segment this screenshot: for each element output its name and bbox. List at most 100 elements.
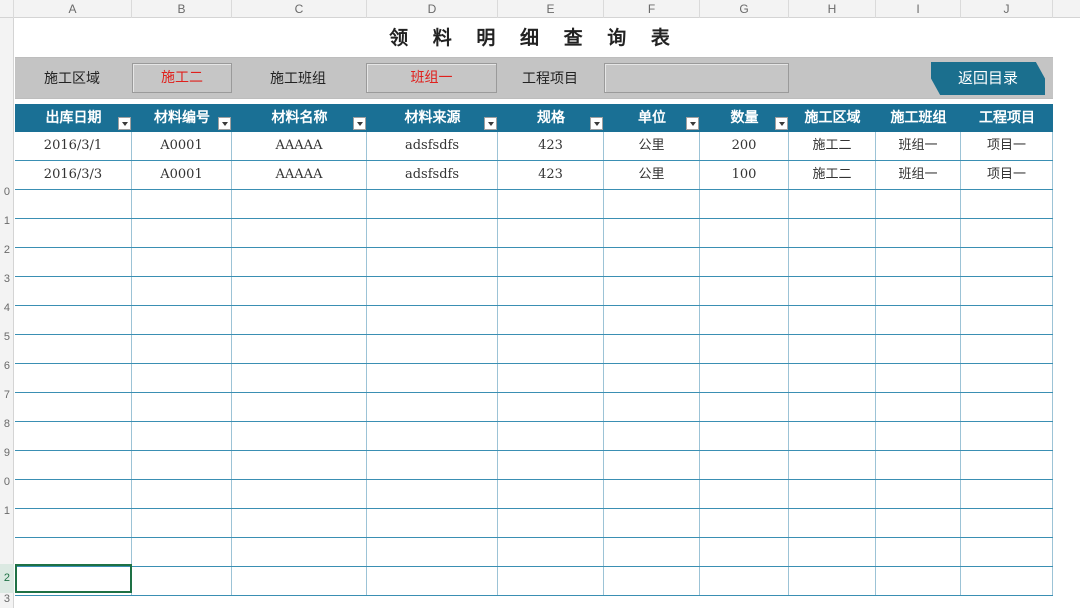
- table-cell[interactable]: [132, 248, 232, 276]
- table-cell[interactable]: 2016/3/1: [15, 132, 132, 160]
- table-cell[interactable]: 项目一: [961, 161, 1053, 189]
- table-cell[interactable]: [876, 393, 961, 421]
- row-number[interactable]: 5: [0, 331, 14, 343]
- table-cell[interactable]: [700, 393, 789, 421]
- table-cell[interactable]: [700, 248, 789, 276]
- table-cell[interactable]: [15, 277, 132, 305]
- table-cell[interactable]: [132, 219, 232, 247]
- table-cell[interactable]: [132, 509, 232, 537]
- table-cell[interactable]: [232, 451, 367, 479]
- table-cell[interactable]: [15, 190, 132, 218]
- table-cell[interactable]: [789, 306, 876, 334]
- table-cell[interactable]: [876, 219, 961, 247]
- table-cell[interactable]: [700, 219, 789, 247]
- column-header-f[interactable]: F: [604, 0, 700, 18]
- table-cell[interactable]: [700, 277, 789, 305]
- table-cell[interactable]: [876, 306, 961, 334]
- table-cell[interactable]: [367, 277, 498, 305]
- table-cell[interactable]: [604, 364, 700, 392]
- table-cell[interactable]: [367, 538, 498, 566]
- table-cell[interactable]: [700, 567, 789, 595]
- row-number[interactable]: 6: [0, 360, 14, 372]
- table-cell[interactable]: 423: [498, 161, 604, 189]
- table-cell[interactable]: [498, 567, 604, 595]
- table-cell[interactable]: [132, 451, 232, 479]
- table-cell[interactable]: [604, 335, 700, 363]
- table-cell[interactable]: [498, 538, 604, 566]
- table-cell[interactable]: [232, 393, 367, 421]
- table-cell[interactable]: [604, 451, 700, 479]
- table-cell[interactable]: [876, 538, 961, 566]
- table-cell[interactable]: [232, 480, 367, 508]
- table-cell[interactable]: 公里: [604, 161, 700, 189]
- table-cell[interactable]: [789, 190, 876, 218]
- table-cell[interactable]: [367, 393, 498, 421]
- table-cell[interactable]: [961, 248, 1053, 276]
- table-cell[interactable]: [961, 451, 1053, 479]
- table-cell[interactable]: [15, 422, 132, 450]
- table-cell[interactable]: [232, 509, 367, 537]
- table-cell[interactable]: [367, 335, 498, 363]
- table-cell[interactable]: [232, 538, 367, 566]
- table-cell[interactable]: [961, 219, 1053, 247]
- table-cell[interactable]: [789, 219, 876, 247]
- table-cell[interactable]: [367, 190, 498, 218]
- table-cell[interactable]: [15, 538, 132, 566]
- table-cell[interactable]: [876, 364, 961, 392]
- table-cell[interactable]: [232, 219, 367, 247]
- table-cell[interactable]: [789, 422, 876, 450]
- table-cell[interactable]: [367, 422, 498, 450]
- table-cell[interactable]: [132, 277, 232, 305]
- table-cell[interactable]: [367, 306, 498, 334]
- table-cell[interactable]: [132, 364, 232, 392]
- table-cell[interactable]: 施工二: [789, 132, 876, 160]
- row-number[interactable]: 0: [0, 186, 14, 198]
- table-cell[interactable]: [132, 480, 232, 508]
- table-cell[interactable]: [498, 393, 604, 421]
- table-cell[interactable]: [604, 538, 700, 566]
- row-number[interactable]: 8: [0, 418, 14, 430]
- table-cell[interactable]: [700, 306, 789, 334]
- table-cell[interactable]: 公里: [604, 132, 700, 160]
- table-cell[interactable]: [498, 364, 604, 392]
- table-cell[interactable]: [498, 219, 604, 247]
- table-cell[interactable]: 100: [700, 161, 789, 189]
- table-cell[interactable]: [498, 277, 604, 305]
- column-header-i[interactable]: I: [876, 0, 961, 18]
- team-filter-field[interactable]: 班组一: [366, 63, 497, 93]
- return-to-index-button[interactable]: 返回目录: [931, 62, 1045, 95]
- table-cell[interactable]: [700, 480, 789, 508]
- table-cell[interactable]: [961, 190, 1053, 218]
- table-cell[interactable]: [789, 480, 876, 508]
- table-cell[interactable]: [15, 248, 132, 276]
- table-cell[interactable]: [232, 277, 367, 305]
- table-cell[interactable]: [498, 190, 604, 218]
- table-cell[interactable]: [15, 509, 132, 537]
- table-cell[interactable]: [700, 451, 789, 479]
- table-cell[interactable]: [961, 480, 1053, 508]
- table-cell[interactable]: [789, 248, 876, 276]
- table-cell[interactable]: [876, 567, 961, 595]
- column-header-k[interactable]: [1053, 0, 1080, 18]
- table-cell[interactable]: [498, 509, 604, 537]
- table-cell[interactable]: [876, 451, 961, 479]
- table-cell[interactable]: [367, 509, 498, 537]
- table-cell[interactable]: [15, 451, 132, 479]
- table-cell[interactable]: [961, 567, 1053, 595]
- filter-dropdown-icon[interactable]: [484, 117, 497, 130]
- column-header-e[interactable]: E: [498, 0, 604, 18]
- table-cell[interactable]: [367, 219, 498, 247]
- column-header-b[interactable]: B: [132, 0, 232, 18]
- table-cell[interactable]: [700, 538, 789, 566]
- table-cell[interactable]: [961, 364, 1053, 392]
- table-cell[interactable]: [604, 306, 700, 334]
- table-cell[interactable]: [700, 422, 789, 450]
- column-header-j[interactable]: J: [961, 0, 1053, 18]
- table-cell[interactable]: [367, 364, 498, 392]
- table-cell[interactable]: [876, 190, 961, 218]
- column-header-h[interactable]: H: [789, 0, 876, 18]
- row-number[interactable]: 0: [0, 476, 14, 488]
- table-cell[interactable]: [604, 509, 700, 537]
- table-cell[interactable]: [604, 190, 700, 218]
- table-cell[interactable]: 2016/3/3: [15, 161, 132, 189]
